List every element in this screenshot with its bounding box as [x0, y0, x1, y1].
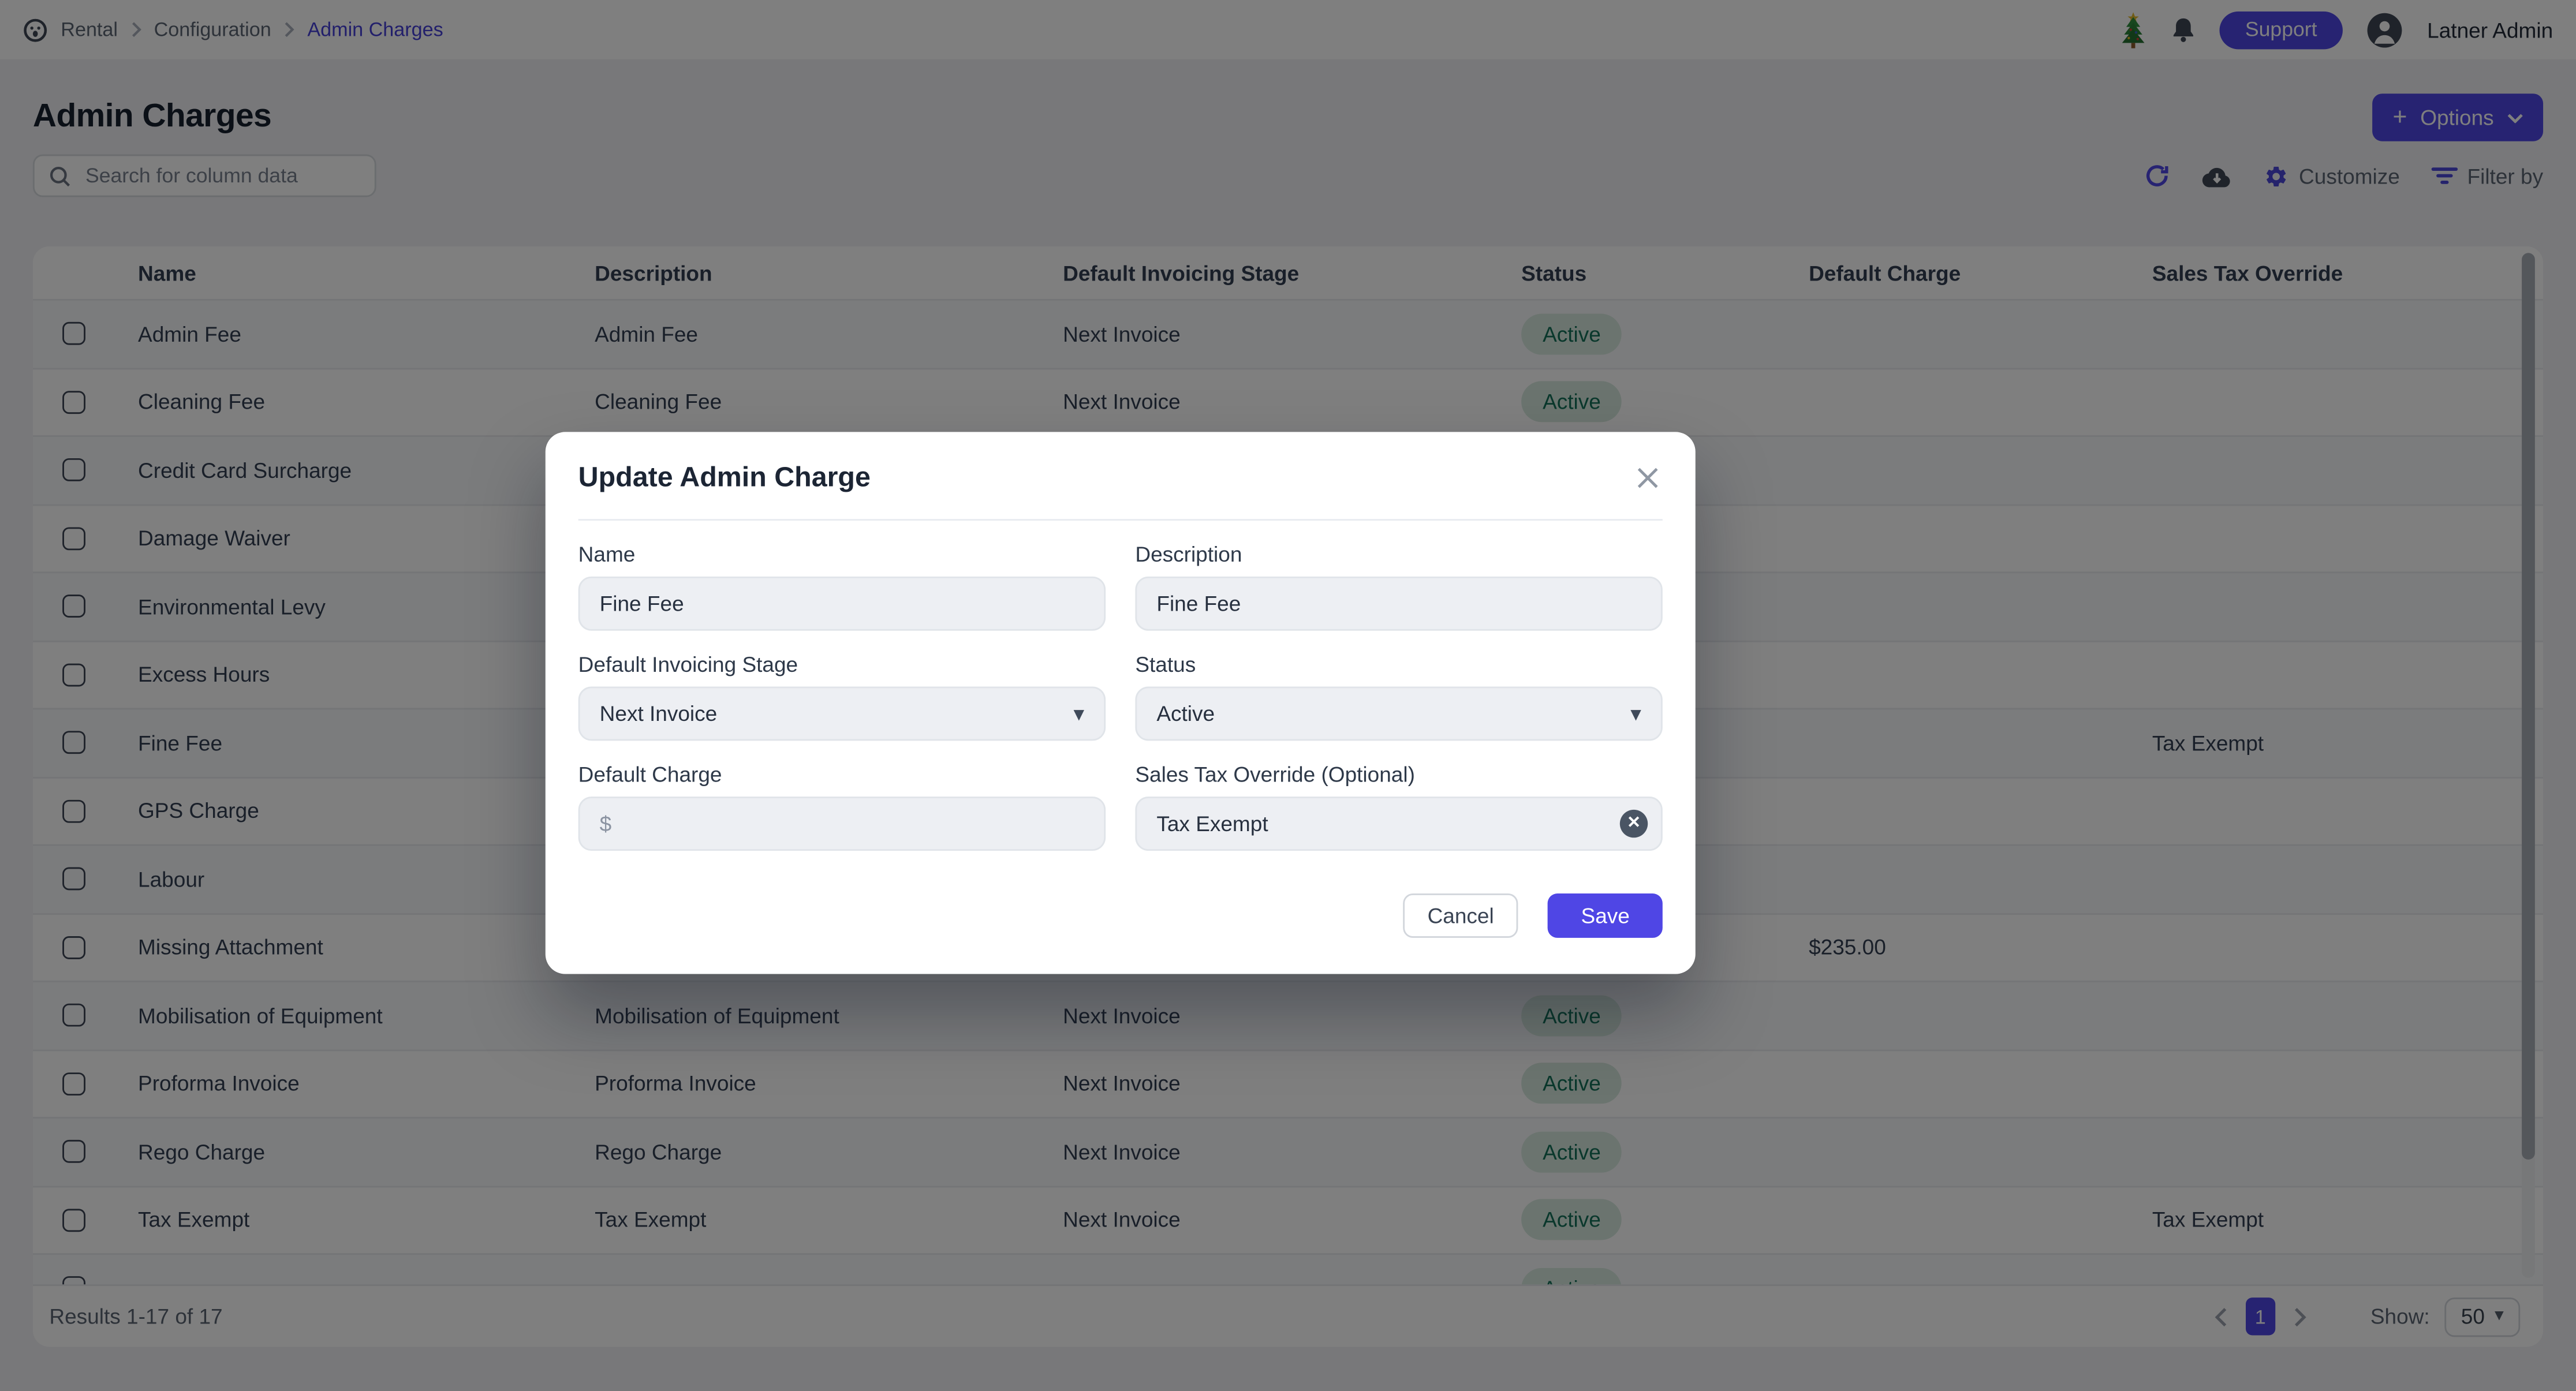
status-select[interactable]: Active ▾	[1135, 686, 1662, 741]
modal-actions: Cancel Save	[546, 893, 1696, 938]
sales-tax-override-value: Tax Exempt	[1156, 812, 1268, 836]
clear-field-icon[interactable]: ✕	[1620, 810, 1648, 837]
modal-header: Update Admin Charge	[546, 432, 1696, 519]
update-admin-charge-modal: Update Admin Charge Name Description Fin…	[546, 432, 1696, 974]
modal-form: Name Description Fine Fee Fine Fee Defau…	[546, 521, 1696, 851]
sales-tax-override-field[interactable]: Tax Exempt ✕	[1135, 797, 1662, 851]
name-field[interactable]: Fine Fee	[578, 577, 1106, 631]
description-field-label: Description	[1135, 542, 1662, 567]
modal-title: Update Admin Charge	[578, 462, 871, 495]
name-field-label: Name	[578, 542, 1106, 567]
caret-down-icon: ▾	[1630, 703, 1641, 724]
status-value: Active	[1156, 701, 1215, 726]
default-charge-field[interactable]: $	[578, 797, 1106, 851]
name-field-value: Fine Fee	[600, 591, 684, 616]
status-field-label: Status	[1135, 652, 1662, 677]
app-root: Rental Configuration Admin Charges	[0, 0, 2576, 1391]
invoicing-stage-field-label: Default Invoicing Stage	[578, 652, 1106, 677]
close-button[interactable]	[1633, 463, 1663, 492]
description-field[interactable]: Fine Fee	[1135, 577, 1662, 631]
default-charge-placeholder: $	[600, 812, 612, 836]
close-icon	[1636, 466, 1659, 489]
default-charge-field-label: Default Charge	[578, 762, 1106, 787]
save-button[interactable]: Save	[1548, 893, 1663, 938]
invoicing-stage-value: Next Invoice	[600, 701, 718, 726]
cancel-button[interactable]: Cancel	[1403, 893, 1519, 938]
description-field-value: Fine Fee	[1156, 591, 1241, 616]
sales-tax-override-field-label: Sales Tax Override (Optional)	[1135, 762, 1662, 787]
invoicing-stage-select[interactable]: Next Invoice ▾	[578, 686, 1106, 741]
caret-down-icon: ▾	[1074, 703, 1085, 724]
